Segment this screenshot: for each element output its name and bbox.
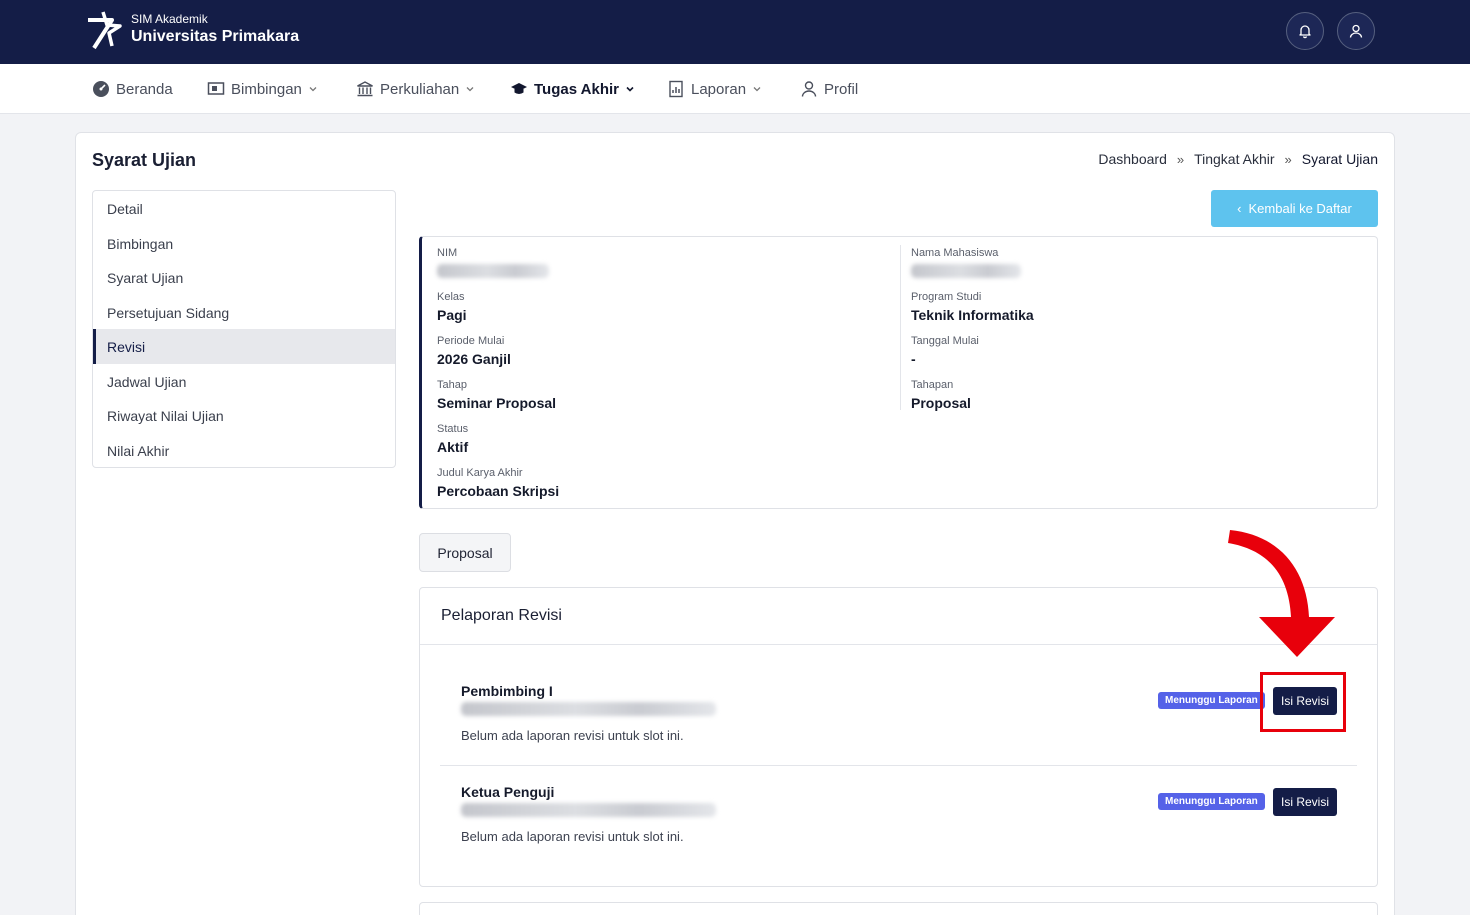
highlight-box-annotation bbox=[1260, 672, 1346, 732]
report-icon bbox=[667, 80, 685, 98]
tahap-label: Tahap bbox=[437, 379, 467, 391]
back-to-list-button[interactable]: ‹ Kembali ke Daftar bbox=[1211, 190, 1378, 227]
nav-tugas-akhir[interactable]: Tugas Akhir bbox=[510, 64, 635, 114]
tanggal-value: - bbox=[911, 351, 916, 367]
slot-detail-redacted bbox=[461, 702, 716, 716]
field-tahapan: Tahapan Proposal bbox=[911, 379, 971, 411]
slot-empty-message: Belum ada laporan revisi untuk slot ini. bbox=[461, 728, 684, 743]
column-divider bbox=[900, 245, 901, 410]
status-label: Status bbox=[437, 423, 469, 435]
field-judul: Judul Karya Akhir Percobaan Skripsi bbox=[437, 467, 559, 499]
side-menu: Detail Bimbingan Syarat Ujian Persetujua… bbox=[92, 190, 396, 468]
periode-value: 2026 Ganjil bbox=[437, 351, 511, 367]
side-item-jadwal-ujian[interactable]: Jadwal Ujian bbox=[93, 364, 395, 399]
brand-subtitle: SIM Akademik bbox=[131, 12, 208, 26]
nav-beranda-label: Beranda bbox=[116, 80, 173, 98]
presentation-icon bbox=[207, 80, 225, 98]
field-program-studi: Program Studi Teknik Informatika bbox=[911, 291, 1034, 323]
field-status: Status Aktif bbox=[437, 423, 468, 455]
slot-detail-redacted bbox=[461, 803, 716, 817]
side-item-detail[interactable]: Detail bbox=[93, 191, 395, 226]
side-item-riwayat-nilai-ujian[interactable]: Riwayat Nilai Ujian bbox=[93, 398, 395, 433]
nav-beranda[interactable]: Beranda bbox=[92, 64, 173, 114]
nav-perkuliahan-label: Perkuliahan bbox=[380, 80, 460, 98]
slot-divider bbox=[440, 765, 1357, 766]
nav-laporan[interactable]: Laporan bbox=[667, 64, 762, 114]
chevron-down-icon bbox=[752, 84, 762, 94]
slot-empty-message: Belum ada laporan revisi untuk slot ini. bbox=[461, 829, 684, 844]
chevron-left-icon: ‹ bbox=[1237, 201, 1242, 216]
judul-label: Judul Karya Akhir bbox=[437, 467, 523, 479]
status-badge: Menunggu Laporan bbox=[1158, 692, 1265, 709]
tahapan-label: Tahapan bbox=[911, 379, 954, 391]
chevron-down-icon bbox=[465, 84, 475, 94]
breadcrumb: Dashboard » Tingkat Akhir » Syarat Ujian bbox=[1098, 151, 1378, 167]
user-menu-button[interactable] bbox=[1337, 12, 1375, 50]
status-badge: Menunggu Laporan bbox=[1158, 793, 1265, 810]
nav-bimbingan-label: Bimbingan bbox=[231, 80, 302, 98]
next-panel bbox=[419, 902, 1378, 915]
user-icon bbox=[1349, 24, 1363, 38]
notification-button[interactable] bbox=[1286, 12, 1324, 50]
breadcrumb-tingkat-akhir[interactable]: Tingkat Akhir bbox=[1194, 151, 1274, 167]
field-nama: Nama Mahasiswa bbox=[911, 247, 1021, 278]
bell-icon bbox=[1299, 25, 1311, 39]
tahapan-value: Proposal bbox=[911, 395, 971, 411]
top-bar: SIM Akademik Universitas Primakara bbox=[0, 0, 1470, 64]
side-item-bimbingan[interactable]: Bimbingan bbox=[93, 226, 395, 261]
dashboard-icon bbox=[92, 80, 110, 98]
nav-tugas-akhir-label: Tugas Akhir bbox=[534, 80, 620, 98]
nim-value-redacted bbox=[437, 264, 549, 278]
breadcrumb-dashboard[interactable]: Dashboard bbox=[1098, 151, 1167, 167]
side-item-persetujuan-sidang[interactable]: Persetujuan Sidang bbox=[93, 295, 395, 330]
chevron-down-icon bbox=[625, 84, 635, 94]
breadcrumb-separator-icon: » bbox=[1284, 151, 1292, 167]
red-arrow-annotation bbox=[1228, 530, 1335, 657]
side-item-syarat-ujian[interactable]: Syarat Ujian bbox=[93, 260, 395, 295]
kelas-label: Kelas bbox=[437, 291, 465, 303]
breadcrumb-separator-icon: » bbox=[1176, 151, 1185, 167]
nav-profil[interactable]: Profil bbox=[800, 64, 858, 114]
field-kelas: Kelas Pagi bbox=[437, 291, 467, 323]
nav-profil-label: Profil bbox=[824, 80, 859, 98]
field-nim: NIM bbox=[437, 247, 549, 278]
periode-label: Periode Mulai bbox=[437, 335, 505, 347]
chevron-down-icon bbox=[308, 84, 318, 94]
kelas-value: Pagi bbox=[437, 307, 467, 323]
isi-revisi-button[interactable]: Isi Revisi bbox=[1273, 788, 1337, 816]
main-navigation: Beranda Bimbingan Perkuliahan Tugas Akhi… bbox=[0, 64, 1470, 114]
university-logo[interactable] bbox=[86, 10, 124, 50]
prodi-label: Program Studi bbox=[911, 291, 982, 303]
person-icon bbox=[800, 80, 818, 98]
side-item-revisi[interactable]: Revisi bbox=[93, 329, 395, 364]
prodi-value: Teknik Informatika bbox=[911, 307, 1034, 323]
nim-label: NIM bbox=[437, 247, 458, 259]
nav-bimbingan[interactable]: Bimbingan bbox=[207, 64, 318, 114]
brand-title: Universitas Primakara bbox=[131, 28, 300, 45]
breadcrumb-current: Syarat Ujian bbox=[1301, 151, 1378, 167]
tab-proposal[interactable]: Proposal bbox=[419, 533, 511, 572]
judul-value: Percobaan Skripsi bbox=[437, 483, 560, 499]
tahap-value: Seminar Proposal bbox=[437, 395, 557, 411]
student-info-panel: NIM Nama Mahasiswa Kelas Pagi Program St… bbox=[419, 236, 1378, 509]
field-tahap: Tahap Seminar Proposal bbox=[437, 379, 556, 411]
back-to-list-label: Kembali ke Daftar bbox=[1248, 201, 1352, 216]
field-periode-mulai: Periode Mulai 2026 Ganjil bbox=[437, 335, 511, 367]
nama-value-redacted bbox=[911, 264, 1021, 278]
page-title: Syarat Ujian bbox=[92, 150, 197, 170]
institution-icon bbox=[356, 80, 374, 98]
nav-perkuliahan[interactable]: Perkuliahan bbox=[356, 64, 475, 114]
slot-role-name: Pembimbing I bbox=[461, 683, 553, 699]
graduation-cap-icon bbox=[510, 80, 528, 98]
nama-label: Nama Mahasiswa bbox=[911, 247, 999, 259]
side-item-nilai-akhir[interactable]: Nilai Akhir bbox=[93, 433, 395, 468]
field-tanggal-mulai: Tanggal Mulai - bbox=[911, 335, 979, 367]
nav-laporan-label: Laporan bbox=[691, 80, 747, 98]
slot-role-name: Ketua Penguji bbox=[461, 784, 555, 800]
tanggal-label: Tanggal Mulai bbox=[911, 335, 979, 347]
status-value: Aktif bbox=[437, 439, 469, 455]
